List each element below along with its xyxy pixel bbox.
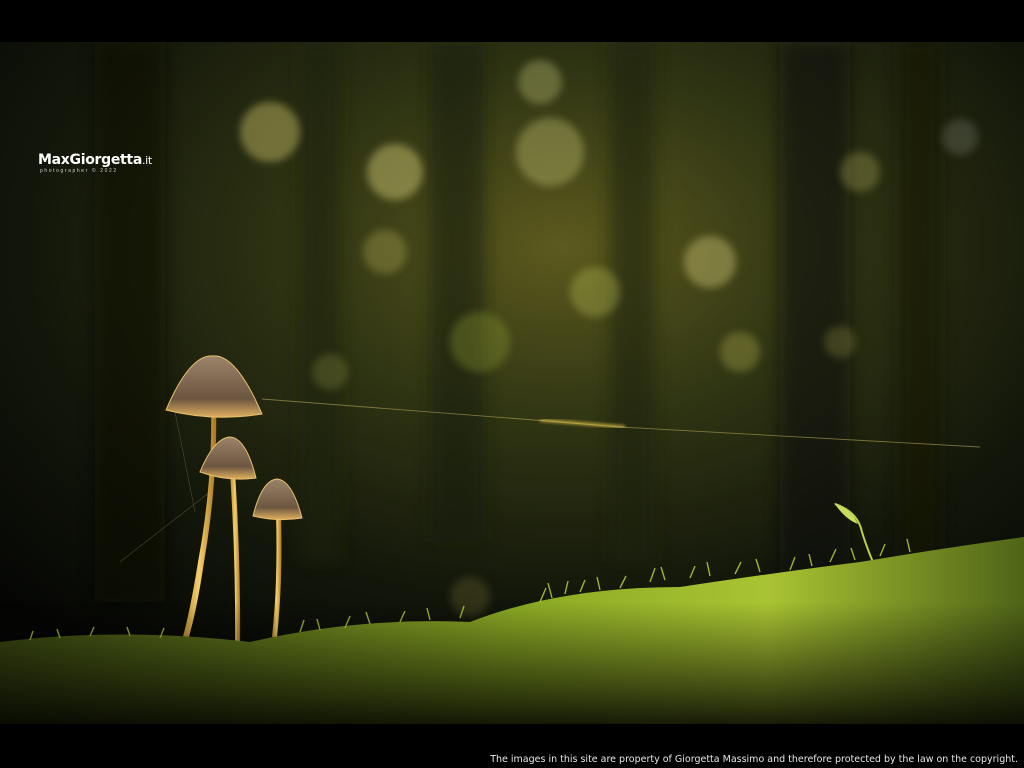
watermark-tagline: photographer © 2022 [40, 168, 118, 174]
copyright-notice: The images in this site are property of … [490, 754, 1018, 765]
forest-photo [0, 42, 1024, 724]
mushroom-scene [0, 42, 1024, 724]
watermark-brand-name: MaxGiorgetta [38, 152, 142, 168]
watermark-logo: MaxGiorgetta.it photographer © 2022 [38, 153, 152, 175]
watermark-tld: .it [141, 154, 152, 167]
watermark-brand: MaxGiorgetta.it [38, 153, 152, 168]
footer-bar: The images in this site are property of … [0, 748, 1024, 768]
